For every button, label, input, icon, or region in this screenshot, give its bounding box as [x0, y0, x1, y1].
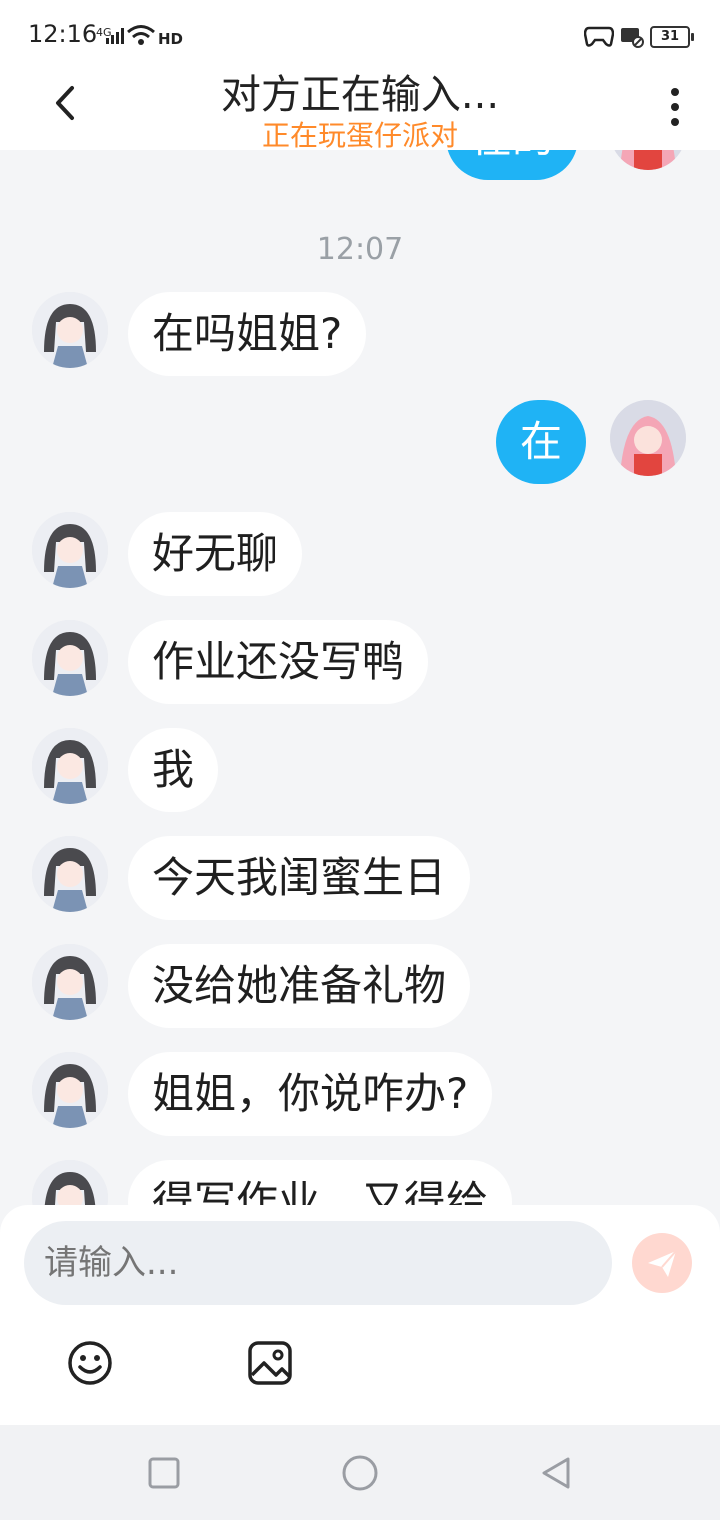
chevron-left-icon[interactable]: [44, 78, 84, 128]
message-bubble[interactable]: 好无聊: [128, 512, 303, 596]
more-vertical-icon[interactable]: [660, 82, 690, 132]
self-avatar[interactable]: [610, 400, 686, 476]
message-bubble[interactable]: 作业还没写鸭: [128, 620, 429, 704]
message-bubble[interactable]: 没给她准备礼物: [128, 944, 471, 1028]
chat-header: 对方正在输入... 正在玩蛋仔派对: [0, 72, 720, 152]
friend-avatar[interactable]: [32, 292, 108, 368]
message-bubble[interactable]: 我: [128, 728, 219, 812]
friend-avatar[interactable]: [32, 728, 108, 804]
circle-icon[interactable]: [342, 1455, 378, 1491]
notification-icon: [621, 28, 644, 48]
message-input[interactable]: [24, 1221, 612, 1305]
page-title: 对方正在输入...: [220, 72, 500, 118]
image-icon[interactable]: [246, 1339, 294, 1387]
message-bubble-partial: 在的: [446, 150, 579, 180]
timestamp: 12:07: [316, 232, 404, 267]
triangle-back-icon[interactable]: [538, 1455, 574, 1491]
chat-area[interactable]: 在的 12:07 在吗姐姐? 在 好无聊 作业还没写鸭 我 今天我闺蜜生日 没给…: [0, 150, 720, 1205]
wifi-icon: [127, 25, 155, 45]
square-icon[interactable]: [146, 1455, 182, 1491]
status-subtitle: 正在玩蛋仔派对: [261, 119, 458, 152]
message-bubble[interactable]: 姐姐，你说咋办?: [128, 1052, 493, 1136]
friend-avatar[interactable]: [32, 836, 108, 912]
battery-level: 31: [660, 29, 680, 44]
emoji-icon[interactable]: [66, 1339, 114, 1387]
system-nav-bar: [0, 1425, 720, 1520]
status-time: 12:16: [28, 20, 98, 48]
signal-icon: [106, 28, 124, 44]
send-button[interactable]: [632, 1233, 692, 1293]
hd-indicator: HD: [158, 30, 184, 48]
game-controller-icon: [584, 26, 614, 47]
friend-avatar[interactable]: [32, 1052, 108, 1128]
send-icon: [648, 1250, 677, 1277]
friend-avatar[interactable]: [32, 620, 108, 696]
friend-avatar[interactable]: [32, 1160, 108, 1205]
message-bubble[interactable]: 今天我闺蜜生日: [128, 836, 471, 920]
message-bubble[interactable]: 在: [496, 400, 587, 484]
friend-avatar[interactable]: [32, 512, 108, 588]
message-bubble[interactable]: 得写作业，又得给: [128, 1160, 513, 1205]
input-panel: [0, 1205, 720, 1425]
self-avatar[interactable]: [610, 150, 686, 170]
message-bubble[interactable]: 在吗姐姐?: [128, 292, 367, 376]
battery-icon: 31: [650, 26, 694, 48]
friend-avatar[interactable]: [32, 944, 108, 1020]
